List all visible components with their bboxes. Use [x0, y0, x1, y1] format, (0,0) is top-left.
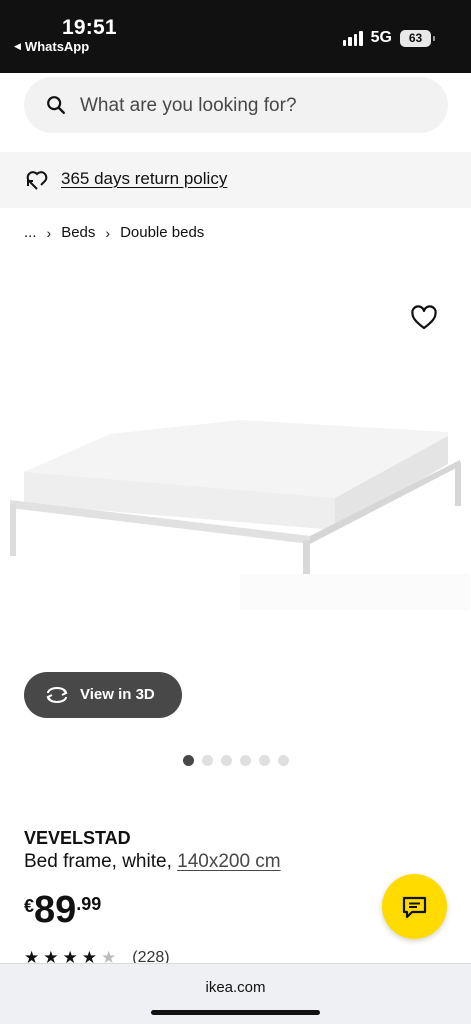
- network-type: 5G: [370, 29, 392, 46]
- pagination-dot[interactable]: [221, 755, 232, 766]
- product-size-link[interactable]: 140x200 cm: [177, 851, 281, 872]
- pagination-dot[interactable]: [259, 755, 270, 766]
- status-time: 19:51: [62, 16, 117, 39]
- battery-level: 63: [408, 31, 423, 45]
- battery-icon: 63: [400, 29, 435, 47]
- search-bar[interactable]: What are you looking for?: [24, 77, 448, 133]
- browser-url[interactable]: ikea.com: [0, 979, 471, 996]
- breadcrumb-ellipsis[interactable]: ...: [24, 224, 37, 241]
- product-description-text: Bed frame, white,: [24, 851, 178, 872]
- back-app-label: WhatsApp: [24, 39, 90, 54]
- breadcrumb-double-beds[interactable]: Double beds: [120, 224, 204, 241]
- view-in-3d-label: View in 3D: [80, 686, 155, 703]
- price-decimal: .99: [76, 894, 102, 914]
- browser-address-bar[interactable]: ikea.com: [0, 963, 471, 1024]
- pagination-dot[interactable]: [240, 755, 251, 766]
- image-pagination: [183, 755, 289, 766]
- pagination-dot[interactable]: [202, 755, 213, 766]
- product-image: [10, 420, 470, 610]
- product-price: € 89 .99: [24, 888, 101, 932]
- back-arrow-icon: ◀: [14, 41, 21, 51]
- pagination-dot[interactable]: [183, 755, 194, 766]
- chevron-right-icon: ›: [46, 224, 52, 241]
- status-indicators: 5G 63: [342, 29, 435, 47]
- search-input[interactable]: What are you looking for?: [80, 95, 297, 117]
- product-description: Bed frame, white, 140x200 cm: [24, 851, 281, 873]
- signal-icon: [342, 30, 363, 46]
- search-icon: [47, 96, 65, 114]
- breadcrumb: ... › Beds › Double beds: [24, 224, 204, 241]
- price-integer: 89: [34, 889, 77, 931]
- status-bar: 19:51 ◀ WhatsApp 5G 63: [0, 0, 471, 73]
- rotate-3d-icon: [46, 687, 68, 703]
- chat-bubble-icon: [402, 896, 427, 919]
- price-currency: €: [24, 896, 35, 916]
- home-indicator: [151, 1010, 320, 1015]
- chat-button[interactable]: [382, 874, 447, 939]
- return-policy-link[interactable]: 365 days return policy: [61, 169, 227, 189]
- return-arrow-icon: [26, 171, 48, 190]
- breadcrumb-beds[interactable]: Beds: [61, 224, 95, 241]
- return-policy-banner: 365 days return policy: [0, 152, 471, 208]
- back-to-app-link[interactable]: ◀ WhatsApp: [14, 39, 89, 54]
- heart-icon[interactable]: [410, 305, 438, 331]
- product-name: VEVELSTAD: [24, 828, 131, 848]
- pagination-dot[interactable]: [278, 755, 289, 766]
- view-in-3d-button[interactable]: View in 3D: [24, 672, 182, 718]
- chevron-right-icon: ›: [105, 224, 111, 241]
